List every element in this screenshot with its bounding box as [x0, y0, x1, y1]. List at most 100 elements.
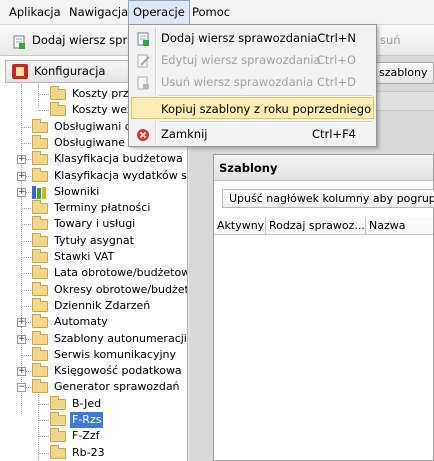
menu-item-label: Dodaj wiersz sprawozdania	[161, 31, 318, 45]
templates-title: Szablony	[214, 155, 433, 181]
tree-item[interactable]: + Księgowość podatkowa	[0, 363, 187, 379]
tree-item[interactable]: + Szablony autonumeracji	[0, 330, 187, 347]
menu-item-shortcut: Ctrl+D	[317, 75, 356, 89]
tree-line	[22, 354, 31, 356]
menu-item-label: Edytuj wiersz sprawozdania	[161, 53, 321, 67]
configuration-icon	[12, 64, 28, 79]
add-row-icon	[12, 34, 26, 49]
tree-item[interactable]: Stawki VAT	[0, 249, 187, 265]
folder-icon	[32, 151, 48, 166]
tree-item-label: Rb-23	[72, 445, 105, 459]
tree-line	[22, 305, 31, 307]
tree-item-label: Automaty	[54, 315, 108, 329]
tree-item[interactable]: B-Jed	[0, 395, 187, 412]
grid-header: Aktywny Rodzaj sprawoz... Nazwa	[214, 217, 433, 235]
tree-line	[39, 94, 49, 95]
expand-icon[interactable]: +	[17, 171, 26, 181]
templates-tab[interactable]: szablony	[374, 62, 434, 84]
tree-line	[22, 289, 31, 291]
tree-item[interactable]: Terminy płatności	[0, 200, 187, 216]
tree-item[interactable]: + Klasyfikacja wydatków struk	[0, 167, 187, 184]
menu-operacje[interactable]: Operacje	[128, 0, 190, 25]
add-row-toolbar-button[interactable]: Dodaj wiersz spraw	[12, 29, 144, 51]
folder-icon	[50, 428, 66, 443]
tree-item-label: Tytuły asygnat	[54, 233, 134, 247]
menu-aplikacja[interactable]: Aplikacja	[5, 0, 65, 25]
tree-line	[39, 403, 49, 405]
tree-line	[22, 224, 31, 226]
column-aktywny[interactable]: Aktywny	[214, 217, 266, 234]
add-row-toolbar-label: Dodaj wiersz spraw	[32, 33, 144, 47]
tree-item-label: Okresy obrotowe/budżetow	[54, 282, 187, 296]
group-by-drop-area[interactable]: Upuść nagłówek kolumny aby pogrupowa	[222, 189, 434, 208]
menu-item-close[interactable]: Zamknij Ctrl+F4	[131, 123, 374, 145]
tree-item-label: Klasyfikacja wydatków struk	[54, 168, 187, 182]
templates-group: Szablony Upuść nagłówek kolumny aby pogr…	[213, 154, 434, 461]
tree-item-label: Słowniki	[54, 184, 100, 198]
books-icon	[32, 185, 48, 199]
folder-icon	[32, 167, 48, 182]
tree-item-label: Księgowość podatkowa	[54, 364, 182, 378]
configuration-header-label: Konfiguracja	[34, 64, 106, 78]
tree-item[interactable]: + Klasyfikacja budżetowa	[0, 151, 187, 167]
tree-item-label: Towary i usługi	[54, 217, 136, 231]
tree-item-label: B-Jed	[72, 396, 102, 410]
add-row-icon	[136, 31, 150, 46]
column-rodzaj[interactable]: Rodzaj sprawoz...	[266, 217, 366, 234]
menu-item-edit-row[interactable]: Edytuj wiersz sprawozdania Ctrl+O	[131, 49, 374, 71]
tree-item-label: Szablony autonumeracji	[54, 331, 187, 345]
tree-item-label: Terminy płatności	[54, 201, 151, 215]
tree-item[interactable]: Tytuły asygnat	[0, 232, 187, 249]
folder-icon	[50, 86, 66, 100]
tree-line	[39, 110, 49, 112]
tree-line	[22, 257, 31, 258]
tree-item[interactable]: + Automaty	[0, 314, 187, 330]
tree-item[interactable]: Towary i usługi	[0, 216, 187, 232]
operacje-dropdown-menu: Dodaj wiersz sprawozdania Ctrl+N Edytuj …	[128, 24, 377, 147]
tree-item[interactable]: F-Zzf	[0, 428, 187, 444]
menu-item-add-row[interactable]: Dodaj wiersz sprawozdania Ctrl+N	[131, 27, 374, 49]
folder-icon	[32, 314, 48, 329]
menu-bar: Aplikacja Nawigacja Operacje Pomoc	[0, 0, 434, 25]
folder-icon	[32, 249, 48, 263]
tree-line	[22, 273, 31, 275]
tree-item[interactable]: Serwis komunikacyjny	[0, 346, 187, 363]
menu-item-label: Kopiuj szablony z roku poprzedniego	[161, 102, 372, 116]
expand-icon[interactable]: +	[17, 334, 26, 344]
tree-item[interactable]: F-Rzs	[0, 412, 187, 428]
expand-icon[interactable]: +	[17, 318, 26, 328]
expand-icon[interactable]: +	[17, 187, 26, 197]
folder-icon	[32, 200, 48, 215]
folder-icon	[50, 444, 66, 459]
tree-line	[39, 420, 49, 421]
expand-icon[interactable]: +	[17, 155, 26, 165]
folder-icon	[32, 346, 48, 361]
remove-row-toolbar-button[interactable]: suń wiersz	[380, 29, 434, 69]
menu-nawigacja[interactable]: Nawigacja	[65, 0, 132, 25]
menu-item-shortcut: Ctrl+O	[316, 53, 356, 67]
column-nazwa[interactable]: Nazwa	[366, 217, 434, 234]
collapse-icon[interactable]: −	[17, 383, 26, 393]
menu-item-shortcut: Ctrl+N	[317, 31, 356, 45]
folder-icon	[50, 412, 66, 426]
tree-item[interactable]: Rb-23	[0, 444, 187, 461]
tree-item[interactable]: Dziennik Zdarzeń	[0, 297, 187, 314]
tree-item[interactable]: − Generator sprawozdań	[0, 379, 187, 395]
menu-item-delete-row[interactable]: Usuń wiersz sprawozdania Ctrl+D	[131, 71, 374, 93]
tree-item-label: Serwis komunikacyjny	[54, 347, 176, 361]
menu-pomoc[interactable]: Pomoc	[188, 0, 234, 25]
tree-item-label: Stawki VAT	[54, 250, 115, 263]
folder-icon	[50, 395, 66, 410]
tree-item-label: F-Zzf	[72, 429, 100, 443]
close-icon	[136, 127, 150, 141]
expand-icon[interactable]: +	[17, 367, 26, 377]
tree-line	[22, 142, 31, 144]
folder-icon	[32, 363, 48, 378]
tree-item[interactable]: Okresy obrotowe/budżetow	[0, 281, 187, 298]
folder-icon	[32, 232, 48, 247]
tree-item[interactable]: Lata obrotowe/budżetowe	[0, 265, 187, 281]
menu-item-shortcut: Ctrl+F4	[311, 127, 356, 141]
tree-item[interactable]: + Słowniki	[0, 184, 187, 200]
folder-icon	[50, 102, 66, 117]
menu-item-copy-templates[interactable]: Kopiuj szablony z roku poprzedniego	[131, 97, 374, 119]
